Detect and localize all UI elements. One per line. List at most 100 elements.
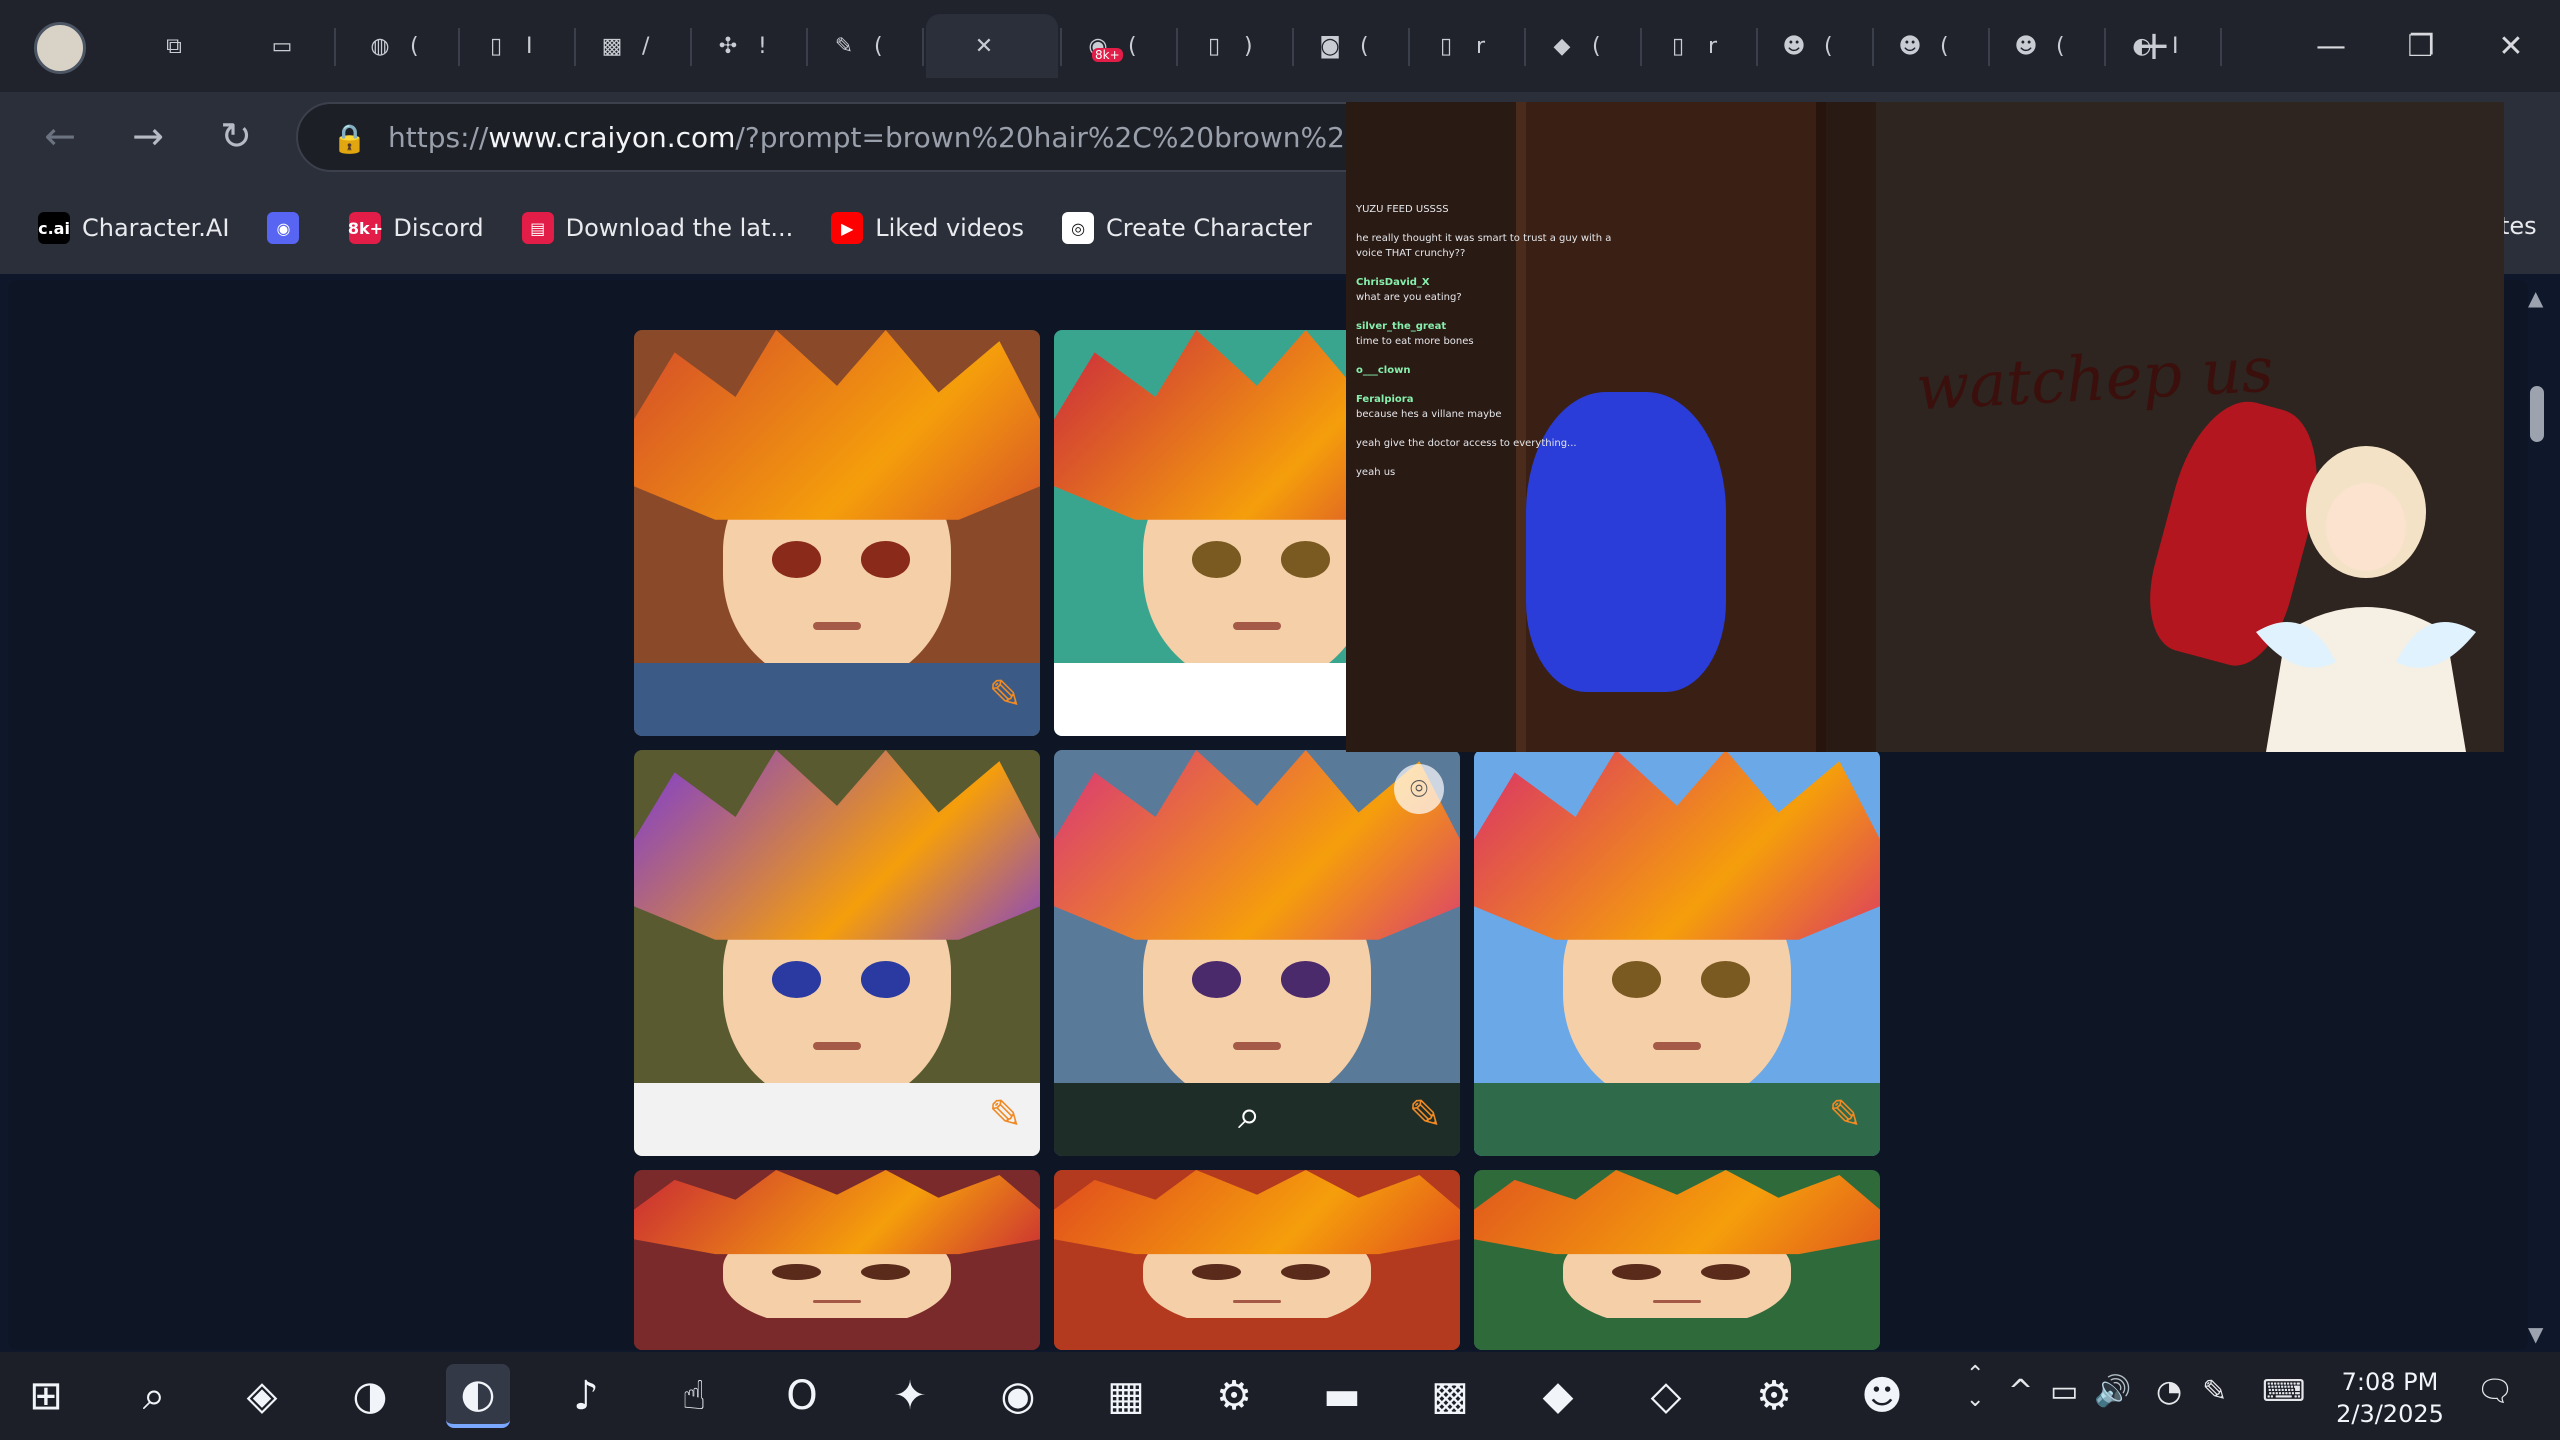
- scroll-up-arrow[interactable]: ▲: [2528, 286, 2543, 310]
- edge-icon[interactable]: ◐: [446, 1364, 510, 1428]
- tab-title: (: [1592, 33, 1601, 59]
- bookmarks-overflow[interactable]: tes: [2500, 212, 2537, 240]
- edit-pencil-icon[interactable]: ✎: [988, 1092, 1022, 1138]
- show-hidden-icons-icon[interactable]: ^: [2008, 1374, 2033, 1409]
- generated-image-tile[interactable]: ✎ ⌕ ⌾: [1054, 750, 1460, 1156]
- vertical-tabs-button[interactable]: ▭: [248, 14, 312, 78]
- scrollbar[interactable]: ▲ ▼: [2524, 286, 2552, 1346]
- page-icon: ▯: [489, 33, 503, 59]
- tiktok-icon[interactable]: ♪: [554, 1364, 618, 1428]
- globe-icon[interactable]: ◑: [338, 1364, 402, 1428]
- bookmark-2[interactable]: 8k+ Discord: [348, 212, 484, 244]
- tab-10[interactable]: ▯ r: [1412, 14, 1522, 78]
- refresh-button[interactable]: ↻: [206, 106, 266, 166]
- edit-pencil-icon[interactable]: ✎: [988, 672, 1022, 718]
- scroll-down-arrow[interactable]: ▼: [2528, 1322, 2543, 1346]
- tab-3[interactable]: ▩ /: [578, 14, 688, 78]
- store-icon[interactable]: ▩: [1418, 1364, 1482, 1428]
- tab-2[interactable]: ▯ I: [462, 14, 572, 78]
- bookmark-icon: ▤: [521, 212, 554, 244]
- tab-title: r: [1708, 33, 1718, 59]
- eye: [1612, 1263, 1661, 1280]
- tab-13[interactable]: ☻(: [1760, 14, 1870, 78]
- roblox-icon[interactable]: ◆: [1526, 1364, 1590, 1428]
- character-shirt: [634, 1082, 1040, 1156]
- bookmark-0[interactable]: c.ai Character.AI: [38, 212, 229, 244]
- settings-icon[interactable]: ⚙: [1742, 1364, 1806, 1428]
- bookmark-label: Download the lat...: [565, 214, 794, 242]
- tab-9[interactable]: ◙(: [1296, 14, 1406, 78]
- copilot-icon[interactable]: ◈: [230, 1364, 294, 1428]
- scrollbar-thumb[interactable]: [2530, 386, 2544, 442]
- mouth: [1652, 1042, 1702, 1051]
- clicker-icon[interactable]: ☝: [662, 1364, 726, 1428]
- mouth: [1232, 1042, 1282, 1051]
- minimize-button[interactable]: —: [2286, 14, 2376, 78]
- tray-expand-icon[interactable]: ⌃ ⌄: [1966, 1362, 1984, 1412]
- windows-start-icon[interactable]: ⊞: [14, 1364, 78, 1428]
- steam-icon[interactable]: ⚙: [1202, 1364, 1266, 1428]
- tab-8[interactable]: ▯): [1180, 14, 1290, 78]
- opera-icon[interactable]: O: [770, 1364, 834, 1428]
- anime-app-icon[interactable]: ☻: [1850, 1364, 1914, 1428]
- edit-pencil-icon[interactable]: ✎: [1828, 1092, 1862, 1138]
- bookmark-label: Liked videos: [875, 214, 1025, 242]
- generated-image-tile[interactable]: ✎: [634, 750, 1040, 1156]
- eye: [1281, 541, 1331, 578]
- bookmark-3[interactable]: ▤ Download the lat...: [521, 212, 794, 244]
- generated-image-tile[interactable]: ✎: [1474, 750, 1880, 1156]
- profile-avatar[interactable]: [34, 22, 86, 74]
- chat-text: because hes a villane maybe: [1356, 409, 1502, 420]
- paint-icon[interactable]: ✦: [878, 1364, 942, 1428]
- tab-15[interactable]: ☻(: [1992, 14, 2102, 78]
- minecraft-icon[interactable]: ▦: [1094, 1364, 1158, 1428]
- clock[interactable]: 7:08 PM 2/3/2025: [2326, 1366, 2454, 1430]
- tab-badge: 8k+: [1092, 48, 1123, 62]
- tab-title: ): [1244, 33, 1253, 59]
- wifi-icon[interactable]: ◔: [2156, 1374, 2182, 1409]
- picture-in-picture-video[interactable]: watchep us YUZU FEED USSSS he really thou…: [1346, 102, 2504, 752]
- bookmark-5[interactable]: ◎ Create Character: [1062, 212, 1312, 244]
- url-text[interactable]: https://www.craiyon.com/?prompt=brown%20…: [388, 121, 1473, 154]
- edit-pencil-icon[interactable]: ✎: [1408, 1092, 1442, 1138]
- tab-7[interactable]: ◉ 8k+(: [1064, 14, 1174, 78]
- chat-text: he really thought it was smart to trust …: [1356, 233, 1612, 259]
- crystal-icon[interactable]: ◇: [1634, 1364, 1698, 1428]
- forward-button[interactable]: →: [118, 106, 178, 166]
- bookmark-4[interactable]: ▶ Liked videos: [831, 212, 1024, 244]
- visual-search-icon[interactable]: ⌾: [1394, 764, 1444, 814]
- volume-icon[interactable]: 🔊: [2094, 1374, 2131, 1409]
- close-window-button[interactable]: ✕: [2466, 14, 2556, 78]
- tab-6-active[interactable]: ✕: [926, 14, 1058, 78]
- generated-image-tile[interactable]: [634, 1170, 1040, 1350]
- taskbar: ⊞ ⌕ ◈ ◑ ◐ ♪ ☝ O ✦ ◉ ▦ ⚙ ▬ ▩ ◆ ◇ ⚙ ☻ ⌃ ⌄ ^ ▭ 🔊 ◔ ✎ ⌨ 7:08 P…: [0, 1352, 2560, 1440]
- tab-11[interactable]: ◆(: [1528, 14, 1638, 78]
- tab-separator: [806, 28, 808, 66]
- generated-image-tile[interactable]: ✎: [634, 330, 1040, 736]
- workspaces-button[interactable]: ⧉: [140, 14, 204, 78]
- close-icon[interactable]: ✕: [968, 30, 1000, 62]
- new-tab-button[interactable]: +: [2120, 14, 2184, 78]
- pen-icon[interactable]: ✎: [2202, 1374, 2227, 1409]
- discord-icon[interactable]: ◉: [986, 1364, 1050, 1428]
- zoom-icon[interactable]: ⌕: [1238, 1092, 1260, 1138]
- character-shirt: [1054, 1317, 1460, 1350]
- bookmark-1[interactable]: ◉: [267, 212, 311, 244]
- keyboard-icon[interactable]: ⌨: [2262, 1374, 2305, 1409]
- restore-button[interactable]: ❐: [2376, 14, 2466, 78]
- file-explorer-icon[interactable]: ▬: [1310, 1364, 1374, 1428]
- tab-4[interactable]: ✣!: [694, 14, 804, 78]
- generated-image-tile[interactable]: [1054, 1170, 1460, 1350]
- notifications-icon[interactable]: 🗨: [2476, 1374, 2514, 1409]
- chat-username: silver_the_great: [1356, 321, 1447, 332]
- search-icon[interactable]: ⌕: [122, 1364, 186, 1428]
- tab-5[interactable]: ✎(: [810, 14, 920, 78]
- eye: [1281, 1263, 1331, 1280]
- back-button[interactable]: ←: [30, 106, 90, 166]
- generated-image-tile[interactable]: [1474, 1170, 1880, 1350]
- character-shirt: [1474, 1082, 1880, 1156]
- tab-14[interactable]: ☻(: [1876, 14, 1986, 78]
- tab-1[interactable]: ◍(: [346, 14, 456, 78]
- tab-12[interactable]: ▯ r: [1644, 14, 1754, 78]
- battery-icon[interactable]: ▭: [2050, 1374, 2078, 1409]
